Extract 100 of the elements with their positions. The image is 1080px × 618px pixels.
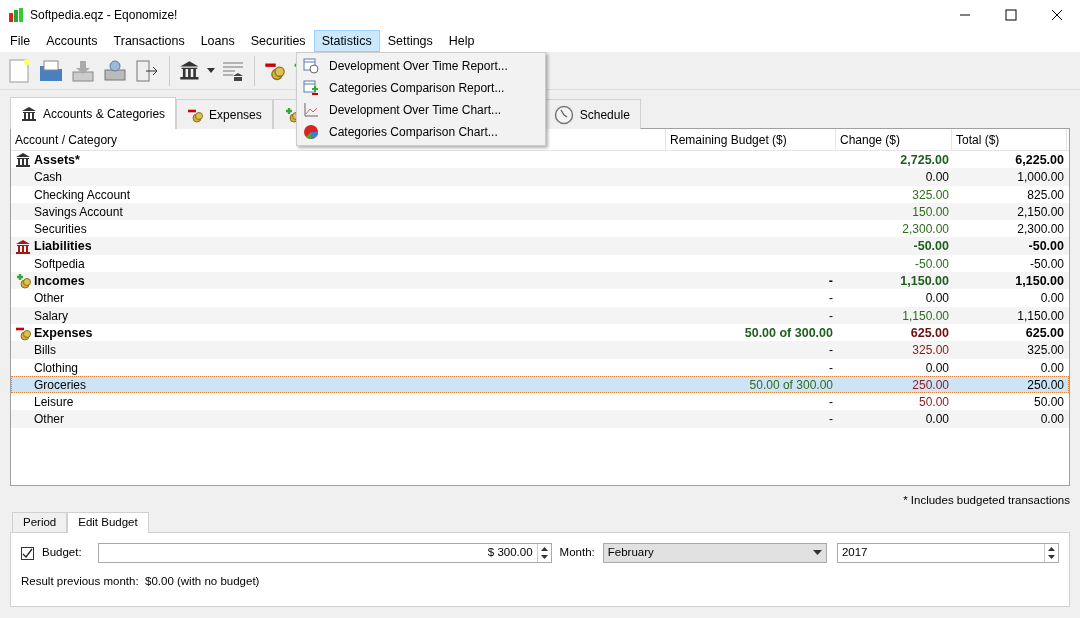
footnote: * Includes budgeted transactions	[903, 494, 1070, 506]
account-name[interactable]: Checking Account	[34, 185, 131, 204]
coins-minus-icon	[15, 325, 31, 342]
column-header[interactable]: Change ($)	[836, 129, 952, 151]
spinner-arrows-icon[interactable]	[1044, 544, 1058, 562]
window-title: Softpedia.eqz - Eqonomize!	[30, 7, 178, 24]
menu-item[interactable]: Development Over Time Chart...	[297, 99, 545, 121]
spinner-arrows-icon[interactable]	[536, 544, 551, 562]
account-name[interactable]: Salary	[34, 306, 68, 325]
account-name[interactable]: Expenses	[34, 323, 93, 343]
month-label: Month:	[559, 545, 595, 561]
account-name[interactable]: Cash	[34, 168, 62, 187]
account-name[interactable]: Other	[34, 410, 64, 429]
budget-value: -	[829, 291, 833, 306]
change-value: 625.00	[910, 325, 949, 340]
account-name[interactable]: Liabilities	[34, 237, 92, 257]
exit-icon[interactable]	[134, 57, 160, 84]
bank-icon	[15, 238, 31, 255]
menu-item[interactable]: Transactions	[105, 30, 193, 52]
total-value: 1,150.00	[1017, 308, 1064, 323]
column-header[interactable]: Remaining Budget ($)	[666, 129, 836, 151]
month-dropdown[interactable]: February	[602, 543, 827, 563]
total-value: 0.00	[1040, 412, 1064, 427]
total-value: 6,225.00	[1015, 153, 1064, 167]
total-value: -50.00	[1028, 239, 1064, 254]
result-text: Result previous month: $0.00 (with no budget)	[21, 574, 261, 589]
change-value: -50.00	[913, 239, 949, 254]
change-value: -50.00	[914, 256, 949, 271]
change-value: 1,150.00	[902, 308, 949, 323]
change-value: 325.00	[912, 187, 949, 202]
budget-value: -	[829, 360, 833, 375]
account-name[interactable]: Clothing	[34, 358, 79, 377]
budget-value: -	[829, 395, 833, 410]
menu-item[interactable]: Development Over Time Report...	[297, 55, 545, 77]
tab[interactable]: Expenses	[176, 99, 273, 129]
account-name[interactable]: Incomes	[34, 272, 85, 291]
total-value: 325.00	[1027, 343, 1064, 358]
account-name[interactable]: Securities	[34, 220, 87, 239]
report-icon	[303, 80, 319, 96]
total-value: -50.00	[1029, 256, 1064, 271]
change-value: 150.00	[912, 204, 949, 219]
menu-item[interactable]: Accounts	[38, 30, 106, 52]
change-value: 50.00	[918, 395, 949, 410]
change-value: 1,150.00	[900, 274, 949, 289]
change-value: 0.00	[925, 170, 949, 185]
bank-icon	[15, 152, 31, 169]
app-logo-icon	[8, 7, 24, 23]
folder-icon[interactable]	[38, 57, 64, 84]
menu-item[interactable]: Help	[440, 30, 483, 52]
bank-icon[interactable]	[179, 59, 201, 82]
account-name[interactable]: Softpedia	[34, 254, 85, 273]
menu-item[interactable]: File	[2, 30, 39, 52]
checkbox[interactable]	[21, 546, 34, 560]
change-value: 2,725.00	[900, 153, 949, 167]
change-value: 0.00	[925, 291, 949, 306]
report-icon	[303, 58, 319, 74]
account-name[interactable]: Bills	[34, 341, 56, 360]
total-value: 2,300.00	[1017, 222, 1064, 237]
column-header[interactable]: Total ($)	[952, 129, 1067, 151]
budget-value: -	[829, 343, 833, 358]
total-value: 0.00	[1040, 291, 1064, 306]
bank-icon	[21, 105, 37, 122]
menu-item[interactable]: Loans	[192, 30, 243, 52]
total-value: 250.00	[1027, 377, 1064, 392]
total-value: 625.00	[1025, 325, 1064, 340]
budget-amount-field[interactable]: $ 300.00	[97, 543, 552, 563]
budget-value: 50.00 of 300.00	[744, 325, 833, 340]
budget-value: -	[829, 412, 833, 427]
total-value: 0.00	[1040, 360, 1064, 375]
change-value: 2,300.00	[902, 222, 949, 237]
tab[interactable]: Edit Budget	[67, 512, 149, 533]
menu-item[interactable]: Statistics	[313, 30, 380, 52]
account-name[interactable]: Groceries	[34, 375, 86, 394]
menu-item[interactable]: Categories Comparison Report...	[297, 77, 545, 99]
clock-icon	[553, 104, 574, 125]
change-value: 325.00	[912, 343, 949, 358]
budget-value: -	[829, 308, 833, 323]
change-value: 0.00	[925, 412, 949, 427]
change-value: 0.00	[925, 360, 949, 375]
tab[interactable]: Accounts & Categories	[10, 97, 177, 129]
line-chart-icon	[303, 102, 319, 118]
account-name[interactable]: Other	[34, 289, 64, 308]
dropdown-caret-icon[interactable]	[812, 550, 822, 556]
pie-chart-icon	[303, 124, 319, 140]
total-value: 1,150.00	[1015, 274, 1064, 289]
coins-plus-icon	[15, 273, 31, 290]
printer-icon[interactable]	[102, 57, 128, 84]
caret-icon[interactable]	[207, 67, 215, 74]
total-value: 50.00	[1033, 395, 1064, 410]
menu-item[interactable]: Securities	[242, 30, 314, 52]
account-name[interactable]: Assets*	[34, 151, 80, 170]
menu-item[interactable]: Categories Comparison Chart...	[297, 121, 545, 143]
year-field[interactable]: 2017	[836, 543, 1059, 563]
menu-item[interactable]: Settings	[379, 30, 441, 52]
total-value: 1,000.00	[1017, 170, 1064, 185]
account-name[interactable]: Savings Account	[34, 202, 123, 221]
budget-value: 50.00 of 300.00	[749, 377, 833, 392]
account-name[interactable]: Leisure	[34, 393, 74, 412]
budget-value: -	[828, 274, 833, 289]
change-value: 250.00	[912, 377, 949, 392]
